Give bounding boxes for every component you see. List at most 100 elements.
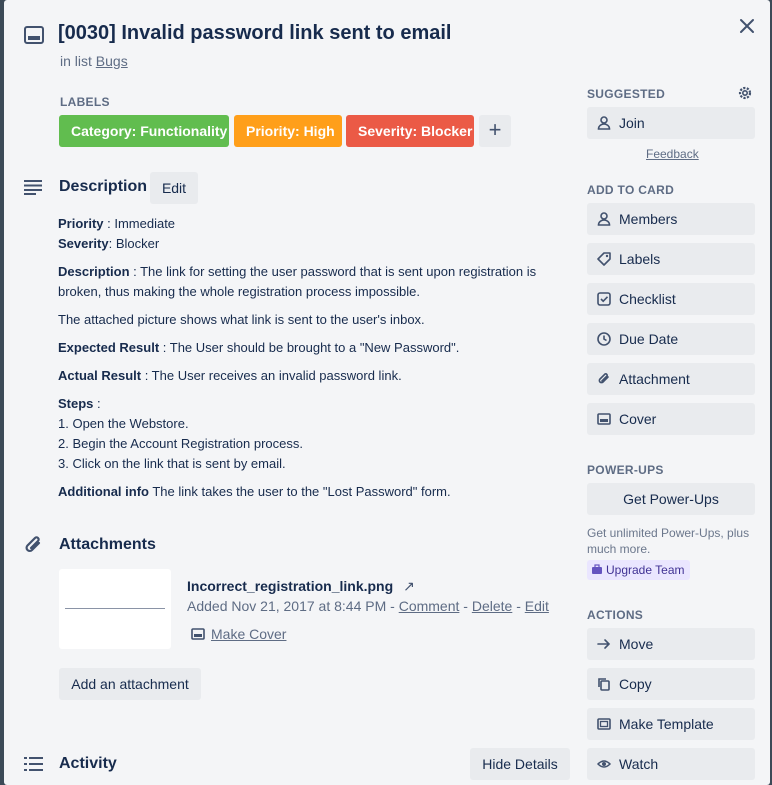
- attachments-heading: Attachments: [59, 536, 156, 553]
- severity-key: Severity: [58, 236, 109, 251]
- attachment-file-name[interactable]: Incorrect_registration_link.png: [187, 578, 393, 594]
- priority-line: Priority : Immediate Severity: Blocker: [58, 214, 570, 254]
- labels-heading: LABELS: [60, 95, 110, 109]
- due-date-label: Due Date: [619, 331, 679, 347]
- actual-key: Actual Result: [58, 368, 142, 383]
- additional-info-line: Additional info The link takes the user …: [58, 482, 570, 502]
- sep-1: -: [459, 598, 472, 614]
- gear-icon[interactable]: [737, 85, 753, 101]
- checkbox-icon: [597, 292, 611, 306]
- attachment-meta: Added Nov 21, 2017 at 8:44 PM - Comment …: [187, 598, 549, 614]
- attachment-delete-link[interactable]: Delete: [472, 598, 512, 614]
- person-icon: [597, 212, 611, 226]
- move-button[interactable]: Move: [587, 628, 755, 660]
- attachment-edit-link[interactable]: Edit: [525, 598, 549, 614]
- thumbnail-line: [65, 608, 165, 609]
- checklist-label: Checklist: [619, 291, 676, 307]
- labels-button[interactable]: Labels: [587, 243, 755, 275]
- description-key: Description: [58, 264, 130, 279]
- make-cover-icon: [191, 628, 205, 640]
- list-link[interactable]: Bugs: [96, 53, 128, 69]
- expected-value: : The User should be brought to a "New P…: [159, 340, 460, 355]
- hide-details-button[interactable]: Hide Details: [470, 748, 570, 780]
- due-date-button[interactable]: Due Date: [587, 323, 755, 355]
- description-value: : The link for setting the user password…: [58, 264, 537, 299]
- description-body[interactable]: Priority : Immediate Severity: Blocker De…: [58, 214, 570, 510]
- activity-heading: Activity: [59, 755, 117, 772]
- make-cover-link[interactable]: Make Cover: [211, 626, 286, 642]
- members-button[interactable]: Members: [587, 203, 755, 235]
- make-template-button[interactable]: Make Template: [587, 708, 755, 740]
- activity-icon: [24, 757, 43, 771]
- join-button[interactable]: Join: [587, 107, 755, 139]
- sep-2: -: [512, 598, 525, 614]
- add-label-button[interactable]: +: [479, 115, 511, 147]
- make-template-label: Make Template: [619, 716, 714, 732]
- attachment-comment-link[interactable]: Comment: [399, 598, 460, 614]
- feedback-link[interactable]: Feedback: [646, 147, 699, 161]
- expected-result-line: Expected Result : The User should be bro…: [58, 338, 570, 358]
- description-icon: [24, 180, 42, 195]
- eye-icon: [597, 760, 611, 768]
- severity-value: : Blocker: [108, 236, 160, 251]
- list-breadcrumb: in list Bugs: [60, 53, 128, 69]
- description-heading: Description: [59, 178, 148, 195]
- briefcase-icon: [592, 564, 602, 574]
- additional-key: Additional info: [58, 484, 149, 499]
- checklist-button[interactable]: Checklist: [587, 283, 755, 315]
- power-ups-note: Get unlimited Power-Ups, plus much more.: [587, 526, 750, 556]
- priority-value: : Immediate: [103, 216, 176, 231]
- step-1: 1. Open the Webstore.: [58, 416, 189, 431]
- card-cover-icon: [597, 413, 611, 425]
- upgrade-team-label: Upgrade Team: [606, 563, 685, 577]
- copy-label: Copy: [619, 676, 652, 692]
- attached-note: The attached picture shows what link is …: [58, 312, 425, 327]
- expected-key: Expected Result: [58, 340, 160, 355]
- join-label: Join: [619, 115, 645, 131]
- actions-heading: ACTIONS: [587, 608, 644, 622]
- attachment-added: Added Nov 21, 2017 at 8:44 PM -: [187, 598, 399, 614]
- edit-description-button[interactable]: Edit: [150, 172, 198, 204]
- description-paragraph: Description : The link for setting the u…: [58, 262, 570, 302]
- get-power-ups-button[interactable]: Get Power-Ups: [587, 483, 755, 515]
- upgrade-team-button[interactable]: Upgrade Team: [587, 560, 690, 580]
- attachment-label: Attachment: [619, 371, 690, 387]
- person-icon: [597, 116, 611, 130]
- label-priority[interactable]: Priority: High: [234, 115, 342, 147]
- members-label: Members: [619, 211, 678, 227]
- in-list-prefix: in list: [60, 53, 96, 69]
- add-attachment-button[interactable]: Add an attachment: [59, 668, 201, 700]
- copy-button[interactable]: Copy: [587, 668, 755, 700]
- template-icon: [597, 718, 611, 730]
- label-severity[interactable]: Severity: Blocker: [346, 115, 474, 147]
- watch-label: Watch: [619, 756, 659, 772]
- attachment-thumbnail[interactable]: [59, 569, 171, 649]
- actual-result-line: Actual Result : The User receives an inv…: [58, 366, 570, 386]
- attachment-button[interactable]: Attachment: [587, 363, 755, 395]
- labels-label: Labels: [619, 251, 661, 267]
- steps-value: :: [93, 396, 101, 411]
- close-icon[interactable]: [737, 16, 757, 36]
- steps-block: Steps : 1. Open the Webstore. 2. Begin the…: [58, 394, 570, 474]
- card-title[interactable]: [0030] Invalid password link sent to ema…: [58, 22, 451, 45]
- steps-key: Steps: [58, 396, 94, 411]
- clock-icon: [597, 332, 611, 346]
- paperclip-icon: [598, 373, 609, 384]
- open-external-icon[interactable]: ↗: [403, 578, 415, 594]
- cover-button[interactable]: Cover: [587, 403, 755, 435]
- copy-icon: [598, 678, 610, 691]
- tag-icon: [597, 252, 611, 266]
- suggested-heading: SUGGESTED: [587, 87, 666, 101]
- additional-value: The link takes the user to the "Lost Pas…: [148, 484, 451, 499]
- step-2: 2. Begin the Account Registration proces…: [58, 436, 303, 451]
- card-icon: [24, 26, 44, 44]
- add-to-card-heading: ADD TO CARD: [587, 183, 675, 197]
- arrow-right-icon: [597, 639, 611, 649]
- move-label: Move: [619, 636, 654, 652]
- actual-value: : The User receives an invalid password …: [141, 368, 402, 383]
- power-ups-heading: POWER-UPS: [587, 463, 664, 477]
- priority-key: Priority: [58, 216, 104, 231]
- watch-button[interactable]: Watch: [587, 748, 755, 780]
- attachment-file-row: Incorrect_registration_link.png ↗: [187, 578, 415, 595]
- label-category[interactable]: Category: Functionality: [59, 115, 229, 147]
